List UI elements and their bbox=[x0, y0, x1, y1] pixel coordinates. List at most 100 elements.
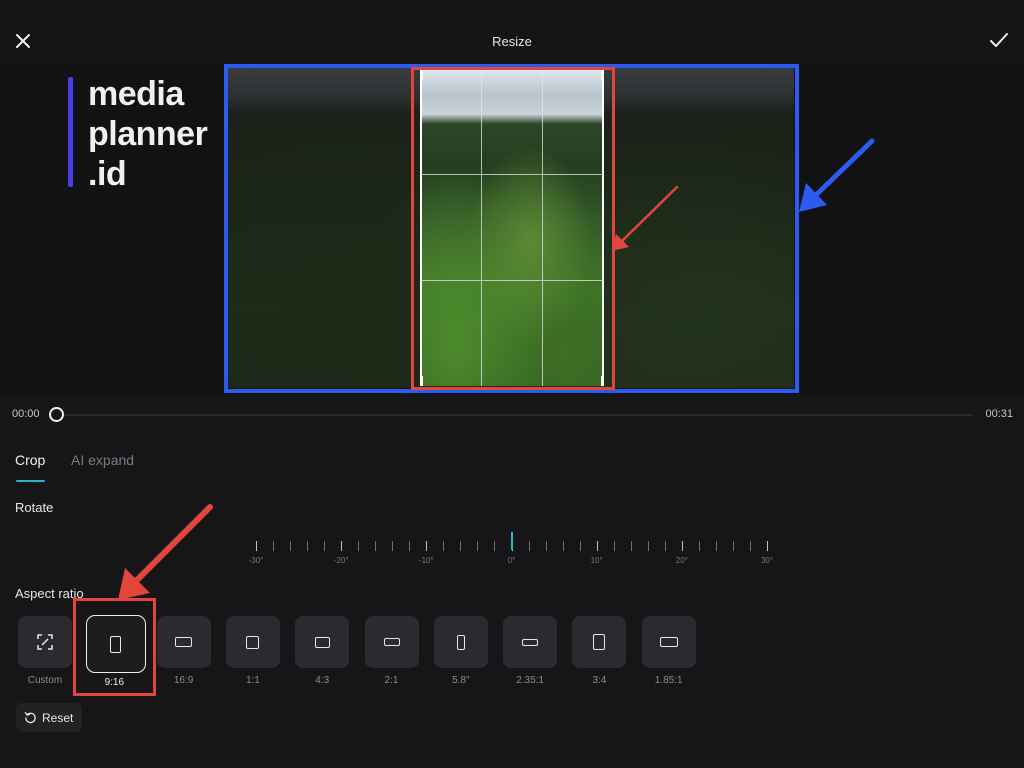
rotate-tick-label: -20° bbox=[333, 556, 349, 565]
crop-handle-left[interactable] bbox=[420, 70, 422, 386]
aspect-ratio-label: 9:16 bbox=[104, 677, 125, 688]
grid-line bbox=[542, 70, 543, 386]
rotate-tick bbox=[460, 541, 462, 551]
grid-line bbox=[420, 280, 604, 281]
aspect-ratio-option[interactable]: 2.35:1 bbox=[503, 616, 558, 692]
rotate-tick bbox=[681, 541, 683, 551]
aspect-ratio-option[interactable]: 9:16 bbox=[86, 615, 147, 692]
aspect-ratio-label: 2:1 bbox=[384, 675, 399, 686]
aspect-ratio-option[interactable]: 5.8" bbox=[433, 616, 488, 692]
landscape-2-35-1-icon bbox=[522, 638, 539, 646]
red-arrow-large-icon bbox=[118, 504, 213, 600]
rotate-tick bbox=[477, 541, 479, 551]
total-time: 00:31 bbox=[985, 408, 1013, 420]
aspect-ratio-label: 1:1 bbox=[245, 675, 260, 686]
timeline: 00:00 00:31 bbox=[0, 400, 1024, 430]
square-1-1-icon bbox=[246, 635, 260, 649]
timeline-track[interactable] bbox=[60, 414, 972, 416]
page-title: Resize bbox=[492, 34, 532, 49]
active-tab-indicator bbox=[16, 480, 45, 482]
rotate-label: Rotate bbox=[15, 500, 54, 515]
aspect-ratio-label: Aspect ratio bbox=[15, 586, 84, 601]
rotate-tick bbox=[579, 541, 581, 551]
watermark-line: .id bbox=[88, 155, 127, 193]
rotate-tick-label: 30° bbox=[760, 556, 774, 565]
rotate-tick bbox=[767, 541, 768, 551]
crop-region[interactable] bbox=[420, 70, 604, 386]
watermark-line: media bbox=[88, 75, 184, 113]
portrait-9-16-icon bbox=[109, 635, 121, 653]
landscape-16-9-icon bbox=[175, 637, 193, 647]
watermark-accent-bar bbox=[68, 77, 73, 187]
aspect-ratio-option[interactable]: 1:1 bbox=[225, 616, 280, 692]
reset-label: Reset bbox=[42, 711, 74, 725]
rotate-tick-label: 10° bbox=[590, 556, 603, 565]
rotate-tick-label: 0° bbox=[507, 556, 516, 565]
rotate-tick bbox=[545, 541, 547, 551]
rotate-tick bbox=[341, 541, 343, 551]
watermark-logo: media planner .id bbox=[88, 74, 208, 194]
tab-ai-expand[interactable]: AI expand bbox=[71, 452, 134, 468]
grid-line bbox=[420, 174, 604, 175]
rotate-tick bbox=[647, 541, 649, 551]
aspect-ratio-option[interactable]: 1.85:1 bbox=[641, 616, 696, 692]
rotate-slider[interactable]: -30° -20° -10° 0° 10° 20° 30° bbox=[240, 528, 785, 570]
current-time: 00:00 bbox=[12, 408, 40, 420]
crop-handle-right[interactable] bbox=[602, 70, 604, 386]
rotate-tick bbox=[409, 541, 411, 551]
tab-crop[interactable]: Crop bbox=[15, 452, 45, 468]
aspect-ratio-label: 2.35:1 bbox=[516, 675, 544, 686]
rotate-tick bbox=[426, 541, 428, 551]
rotate-tick bbox=[273, 541, 275, 551]
rotate-tick bbox=[358, 541, 360, 551]
reset-button[interactable]: Reset bbox=[16, 703, 82, 732]
rotate-tick-label: 20° bbox=[675, 556, 688, 565]
aspect-ratio-option[interactable]: 16:9 bbox=[156, 616, 211, 692]
crop-corner-handle[interactable] bbox=[601, 70, 604, 80]
portrait-5-8-icon bbox=[456, 634, 465, 650]
grid-line bbox=[481, 70, 482, 386]
rotate-tick bbox=[749, 541, 751, 551]
rotate-tick bbox=[443, 541, 445, 551]
crop-corner-handle[interactable] bbox=[420, 376, 423, 386]
aspect-ratio-option[interactable]: Custom bbox=[18, 616, 72, 692]
rotate-tick bbox=[256, 541, 257, 551]
rotate-tick-label: -10° bbox=[418, 556, 434, 565]
aspect-ratio-label: 3:4 bbox=[592, 675, 607, 686]
checkmark-icon bbox=[990, 33, 1008, 47]
aspect-ratio-option[interactable]: 4:3 bbox=[295, 616, 350, 692]
rotate-tick bbox=[528, 541, 530, 551]
top-bar: Resize bbox=[0, 0, 1024, 64]
rotate-tick bbox=[732, 541, 734, 551]
aspect-ratio-label: 4:3 bbox=[315, 675, 330, 686]
rotate-indicator[interactable] bbox=[511, 532, 513, 550]
rotate-tick bbox=[613, 541, 615, 551]
timeline-scrubber[interactable] bbox=[49, 407, 64, 422]
landscape-2-1-icon bbox=[383, 638, 400, 646]
rotate-tick bbox=[324, 541, 326, 551]
rotate-tick-label: -30° bbox=[248, 556, 264, 565]
aspect-ratio-option[interactable]: 2:1 bbox=[364, 616, 419, 692]
aspect-ratio-label: 1.85:1 bbox=[654, 675, 683, 686]
landscape-1-85-1-icon bbox=[659, 637, 678, 647]
crop-corner-handle[interactable] bbox=[601, 376, 604, 386]
rotate-tick bbox=[494, 541, 496, 551]
rotate-tick bbox=[596, 541, 598, 551]
aspect-ratio-label: Custom bbox=[27, 675, 63, 686]
crop-corner-handle[interactable] bbox=[420, 70, 423, 80]
rotate-tick bbox=[698, 541, 700, 551]
landscape-4-3-icon bbox=[314, 636, 330, 648]
rotate-tick bbox=[715, 541, 717, 551]
rotate-tick bbox=[307, 541, 309, 551]
custom-crop-icon bbox=[37, 634, 53, 650]
rotate-tick bbox=[375, 541, 377, 551]
rotate-tick bbox=[664, 541, 666, 551]
reset-icon bbox=[24, 712, 36, 724]
aspect-ratio-option[interactable]: 3:4 bbox=[572, 616, 627, 692]
watermark-line: planner bbox=[88, 115, 208, 153]
rotate-tick bbox=[290, 541, 292, 551]
confirm-button[interactable] bbox=[988, 30, 1012, 54]
aspect-ratio-label: 5.8" bbox=[452, 675, 470, 686]
rotate-tick bbox=[630, 541, 632, 551]
aspect-ratio-label: 16:9 bbox=[173, 675, 194, 686]
